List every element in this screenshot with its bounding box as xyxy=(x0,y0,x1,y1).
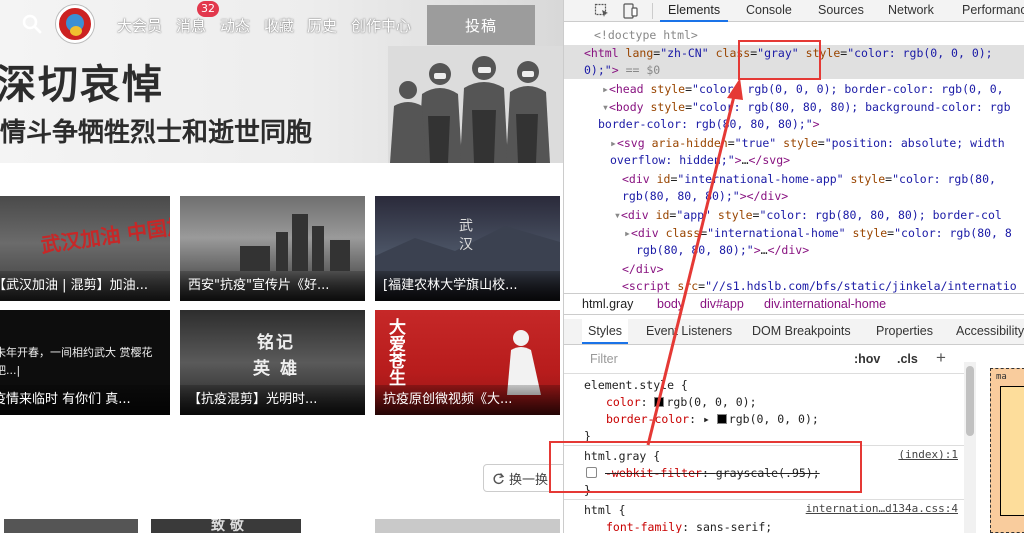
app-node[interactable]: ▾<div id="app" style="color: rgb(80, 80,… xyxy=(614,207,1002,224)
video-card[interactable]: 武 汉 [福建农林大学旗山校... xyxy=(375,196,560,301)
banner-subtitle: 情斗争牺牲烈士和逝世同胞 xyxy=(0,118,313,148)
screen: 深切哀悼 情斗争牺牲烈士和逝世同胞 大会员 消息 32 动态 收藏 历史 创作中… xyxy=(0,0,1024,533)
video-overlay-text: 未年开春，一间相约武大 赏樱花吧...| xyxy=(0,346,153,377)
top-nav: 大会员 消息 32 动态 收藏 历史 创作中心 投稿 xyxy=(0,0,563,50)
video-card-partial[interactable]: 致 敬 xyxy=(151,519,301,533)
hov-toggle[interactable]: :hov xyxy=(854,352,880,366)
video-overlay-text: 致 敬 xyxy=(211,519,244,533)
banner-title: 深切哀悼 xyxy=(0,61,164,108)
tab-network[interactable]: Network xyxy=(888,0,934,22)
swap-button[interactable]: 换一换 xyxy=(483,464,563,492)
nav-creator-center[interactable]: 创作中心 xyxy=(351,15,411,36)
video-card[interactable]: 铭记 英 雄 【抗疫混剪】光明时... xyxy=(180,310,365,415)
cls-toggle[interactable]: .cls xyxy=(897,352,918,366)
box-margin-label: ma xyxy=(996,372,1007,382)
video-overlay-text: 铭记 英 雄 xyxy=(253,333,299,379)
html-node[interactable]: <html lang="zh-CN" class="gray" style="c… xyxy=(564,45,1024,62)
styles-scrollbar[interactable] xyxy=(964,362,976,533)
banner-figures-illustration xyxy=(388,46,563,163)
video-card[interactable]: 大爱苍生 抗疫原创微视频《大... xyxy=(375,310,560,415)
doctype-line: <!doctype html> xyxy=(594,28,698,42)
subtab-styles[interactable]: Styles xyxy=(582,319,629,344)
script-node[interactable]: <script src="//s1.hdslb.com/bfs/static/j… xyxy=(622,278,1017,293)
styles-pane: element.style { color: rgb(0, 0, 0); bor… xyxy=(564,375,964,533)
filter-input[interactable]: Filter xyxy=(590,352,618,366)
message-count-badge: 32 xyxy=(197,1,219,17)
video-title: 【抗疫混剪】光明时... xyxy=(180,385,365,415)
intl-home-node[interactable]: ▸<div class="international-home" style="… xyxy=(624,225,1012,242)
video-card[interactable]: 未年开春，一间相约武大 赏樱花吧...| 疫情来临时 有你们 真... xyxy=(0,310,170,415)
video-card-partial[interactable] xyxy=(375,519,560,533)
subtab-properties[interactable]: Properties xyxy=(876,319,933,344)
breadcrumb: html.gray body div#app div.international… xyxy=(564,293,1024,315)
breadcrumb-intl-home[interactable]: div.international-home xyxy=(764,294,886,314)
devtools-tabbar: Elements Console Sources Network Perform… xyxy=(564,0,1024,22)
dom-tree[interactable]: <!doctype html> <html lang="zh-CN" class… xyxy=(564,23,1024,293)
tab-elements[interactable]: Elements xyxy=(660,0,729,22)
search-icon[interactable] xyxy=(22,14,42,34)
styles-subtabs: Styles Event Listeners DOM Breakpoints P… xyxy=(564,319,1024,345)
video-title: 抗疫原创微视频《大... xyxy=(375,385,560,415)
body-node[interactable]: ▾<body style="color: rgb(80, 80, 80); ba… xyxy=(602,99,1011,116)
website-panel: 深切哀悼 情斗争牺牲烈士和逝世同胞 大会员 消息 32 动态 收藏 历史 创作中… xyxy=(0,0,563,533)
tab-performance[interactable]: Performance xyxy=(962,0,1024,22)
breadcrumb-app[interactable]: div#app xyxy=(700,294,744,314)
devtools-panel: Elements Console Sources Network Perform… xyxy=(563,0,1024,533)
video-overlay-text: 武汉加油 中国加油 xyxy=(39,210,170,258)
rule-source-link[interactable]: (index):1 xyxy=(898,448,958,461)
nav-favorites[interactable]: 收藏 xyxy=(264,15,294,36)
video-card[interactable]: 武汉加油 中国加油 【武汉加油 | 混剪】加油... xyxy=(0,196,170,301)
swap-label: 换一换 xyxy=(509,472,549,488)
nav-history[interactable]: 历史 xyxy=(307,15,337,36)
breadcrumb-html[interactable]: html.gray xyxy=(582,294,633,314)
refresh-icon xyxy=(493,472,505,484)
rule-element-style[interactable]: element.style { xyxy=(584,377,688,394)
video-card-partial[interactable] xyxy=(4,519,138,533)
nav-vip[interactable]: 大会员 xyxy=(117,15,162,36)
nav-dynamics[interactable]: 动态 xyxy=(220,15,250,36)
video-title: [福建农林大学旗山校... xyxy=(375,271,560,301)
rule-html-gray[interactable]: html.gray { xyxy=(584,448,660,465)
rule-source-link[interactable]: internation…d134a.css:4 xyxy=(806,502,958,515)
user-avatar[interactable] xyxy=(56,5,94,43)
video-title: 疫情来临时 有你们 真... xyxy=(0,385,170,415)
device-toolbar-icon[interactable] xyxy=(622,3,638,19)
box-model-pane: ma xyxy=(978,346,1024,533)
svg-node[interactable]: ▸<svg aria-hidden="true" style="position… xyxy=(610,135,1005,152)
subtab-dom-breakpoints[interactable]: DOM Breakpoints xyxy=(752,319,851,344)
property-checkbox xyxy=(586,467,597,478)
upload-button[interactable]: 投稿 xyxy=(427,5,535,45)
rule-html[interactable]: html { xyxy=(584,502,626,519)
styles-filter-bar: Filter :hov .cls + xyxy=(564,346,964,374)
head-node[interactable]: ▸<head style="color: rgb(0, 0, 0); borde… xyxy=(602,81,1004,98)
video-overlay-text: 大爱苍生 xyxy=(385,318,405,386)
subtab-event-listeners[interactable]: Event Listeners xyxy=(646,319,732,344)
video-title: 西安"抗疫"宣传片《好... xyxy=(180,271,365,301)
inspect-element-icon[interactable] xyxy=(594,3,610,19)
mourning-banner: 深切哀悼 情斗争牺牲烈士和逝世同胞 大会员 消息 32 动态 收藏 历史 创作中… xyxy=(0,0,563,163)
tab-sources[interactable]: Sources xyxy=(818,0,864,22)
nav-messages[interactable]: 消息 xyxy=(176,15,206,36)
intl-home-app-node[interactable]: <div id="international-home-app" style="… xyxy=(622,171,996,188)
subtab-accessibility[interactable]: Accessibility xyxy=(956,319,1024,344)
video-title: 【武汉加油 | 混剪】加油... xyxy=(0,271,170,301)
html-node-cont: 0);"> == $0 xyxy=(564,62,1024,79)
add-rule-icon[interactable]: + xyxy=(936,348,946,368)
tab-console[interactable]: Console xyxy=(746,0,792,22)
video-card[interactable]: 西安"抗疫"宣传片《好... xyxy=(180,196,365,301)
breadcrumb-body[interactable]: body xyxy=(657,294,684,314)
